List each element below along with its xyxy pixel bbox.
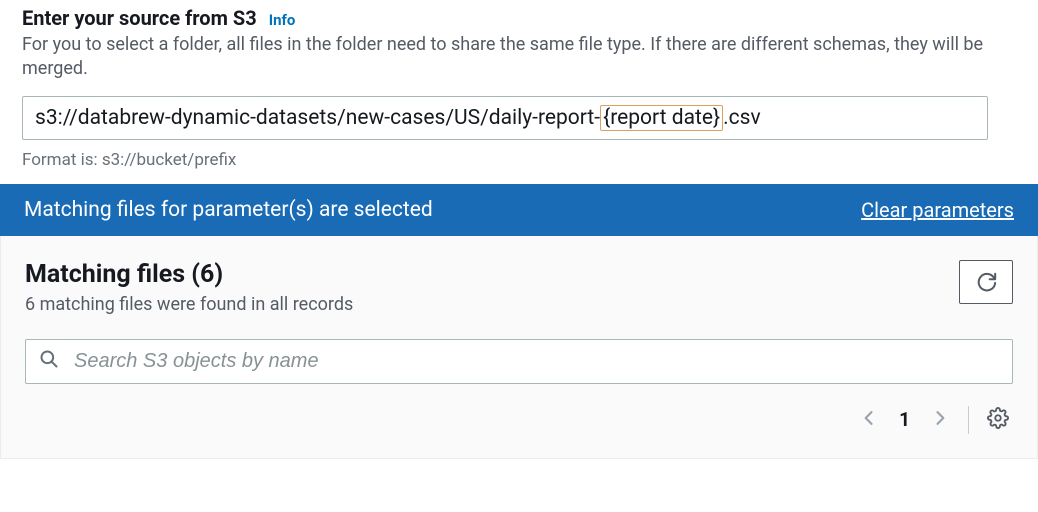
results-header: Matching files (6) 6 matching files were… bbox=[25, 260, 1013, 315]
divider bbox=[968, 406, 969, 434]
banner-message: Matching files for parameter(s) are sele… bbox=[24, 198, 433, 222]
results-subtitle: 6 matching files were found in all recor… bbox=[25, 294, 353, 315]
label-row: Enter your source from S3 Info bbox=[22, 6, 1016, 30]
s3-path-prefix: s3://databrew-dynamic-datasets/new-cases… bbox=[35, 106, 600, 130]
clear-parameters-link[interactable]: Clear parameters bbox=[861, 198, 1014, 222]
results-title-block: Matching files (6) 6 matching files were… bbox=[25, 260, 353, 315]
search-input[interactable] bbox=[25, 339, 1013, 384]
chevron-left-icon bbox=[859, 408, 879, 432]
current-page: 1 bbox=[893, 408, 916, 431]
search-wrap bbox=[25, 339, 1013, 384]
param-token[interactable]: {report date} bbox=[600, 105, 723, 131]
refresh-button[interactable] bbox=[959, 260, 1013, 304]
pagination: 1 bbox=[25, 406, 1013, 434]
table-settings-button[interactable] bbox=[987, 407, 1009, 433]
source-section: Enter your source from S3 Info For you t… bbox=[0, 0, 1038, 184]
s3-path-input[interactable]: s3://databrew-dynamic-datasets/new-cases… bbox=[22, 96, 988, 140]
matching-banner: Matching files for parameter(s) are sele… bbox=[0, 184, 1038, 236]
next-page-button[interactable] bbox=[930, 408, 950, 432]
refresh-icon bbox=[975, 271, 997, 293]
format-hint: Format is: s3://bucket/prefix bbox=[22, 150, 1016, 170]
chevron-right-icon bbox=[930, 408, 950, 432]
prev-page-button[interactable] bbox=[859, 408, 879, 432]
search-icon bbox=[39, 349, 59, 373]
source-description: For you to select a folder, all files in… bbox=[22, 33, 1016, 82]
source-label: Enter your source from S3 bbox=[22, 6, 257, 30]
s3-path-suffix: .csv bbox=[723, 106, 761, 130]
results-panel: Matching files (6) 6 matching files were… bbox=[0, 236, 1038, 459]
info-link[interactable]: Info bbox=[269, 11, 296, 29]
results-title: Matching files (6) bbox=[25, 260, 353, 289]
gear-icon bbox=[987, 407, 1009, 433]
